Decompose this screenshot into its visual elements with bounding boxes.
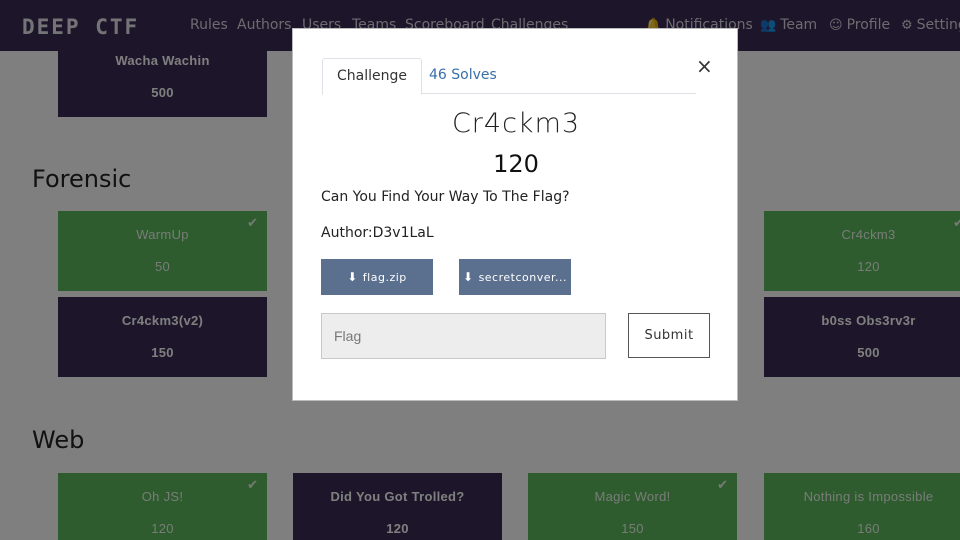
tab-challenge[interactable]: Challenge: [322, 58, 422, 95]
download-file-button[interactable]: ⬇ flag.zip: [321, 259, 433, 295]
download-icon: ⬇: [347, 270, 358, 284]
file-name: flag.zip: [362, 270, 407, 284]
challenge-description: Can You Find Your Way To The Flag?: [321, 189, 570, 205]
file-name: secretconver...: [478, 270, 567, 284]
tab-solves[interactable]: 46 Solves: [415, 58, 511, 95]
download-file-button[interactable]: ⬇ secretconver...: [459, 259, 571, 295]
submit-button[interactable]: Submit: [628, 313, 710, 358]
flag-input[interactable]: [321, 313, 606, 359]
challenge-points: 120: [493, 150, 539, 178]
modal-tabs: Challenge 46 Solves: [322, 58, 696, 95]
download-icon: ⬇: [463, 270, 474, 284]
challenge-title: Cr4ckm3: [451, 108, 581, 139]
challenge-modal: Challenge 46 Solves × Cr4ckm3 120 Can Yo…: [292, 28, 738, 401]
challenge-author: Author:D3v1LaL: [321, 225, 434, 241]
close-icon[interactable]: ×: [696, 54, 713, 78]
